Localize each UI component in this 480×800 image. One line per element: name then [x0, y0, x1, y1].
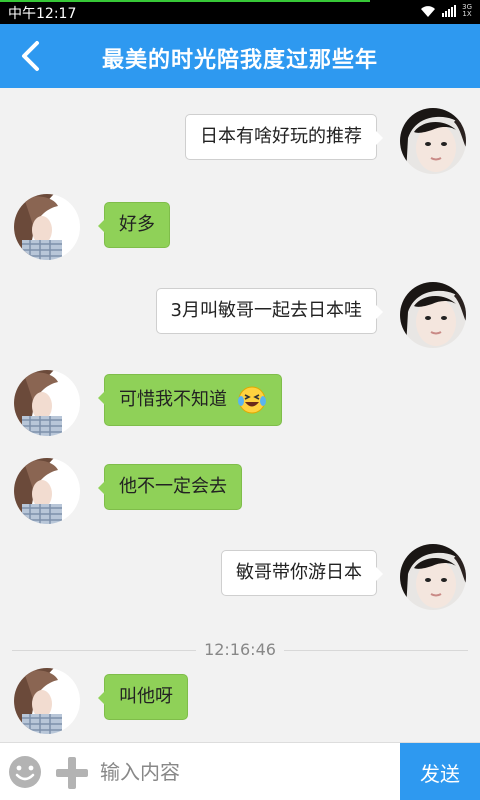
message-text: 他不一定会去 [119, 476, 227, 497]
time-divider: 12:16:46 [0, 640, 480, 659]
network-type: 3G 1X [462, 4, 472, 18]
message-bubble[interactable]: 好多 [98, 202, 170, 248]
network-subtype-label: 1X [462, 10, 472, 18]
laughing-tears-emoji [237, 386, 266, 414]
my-avatar[interactable] [400, 544, 466, 610]
message-bubble[interactable]: 叫他呀 [98, 674, 188, 720]
message-text: 可惜我不知道 [119, 389, 227, 410]
message-text: 日本有啥好玩的推荐 [200, 126, 362, 147]
page-title: 最美的时光陪我度过那些年 [101, 48, 378, 73]
smile-icon[interactable] [8, 755, 42, 789]
time-divider-label: 12:16:46 [196, 640, 284, 659]
my-avatar[interactable] [400, 282, 466, 348]
message-input-bar: 发送 [0, 742, 480, 800]
status-time: 中午12:17 [8, 6, 77, 22]
message-bubble[interactable]: 他不一定会去 [98, 464, 242, 510]
my-avatar[interactable] [400, 108, 466, 174]
plus-icon[interactable] [54, 755, 90, 791]
message-text: 叫他呀 [119, 686, 173, 707]
message-bubble[interactable]: 3月叫敏哥一起去日本哇 [155, 288, 384, 334]
message-text: 敏哥带你游日本 [236, 562, 362, 583]
contact-avatar[interactable] [14, 668, 80, 734]
status-icons: 3G 1X [420, 4, 472, 18]
contact-avatar[interactable] [14, 370, 80, 436]
message-text: 好多 [119, 214, 155, 235]
message-bubble[interactable]: 日本有啥好玩的推荐 [185, 114, 383, 160]
status-bar: 中午12:17 3G 1X [0, 0, 480, 24]
wifi-icon [421, 6, 436, 17]
contact-avatar[interactable] [14, 194, 80, 260]
message-text: 3月叫敏哥一起去日本哇 [170, 300, 362, 321]
app-header: 最美的时光陪我度过那些年 [0, 24, 480, 88]
message-bubble[interactable]: 可惜我不知道 [98, 374, 282, 426]
send-button[interactable]: 发送 [400, 743, 480, 800]
chat-message-list[interactable]: 日本有啥好玩的推荐 好多 3月叫敏哥一起去日本哇 可惜我不知道 他不一定会去 敏… [0, 88, 480, 742]
contact-avatar[interactable] [14, 458, 80, 524]
loading-progress-bar [0, 0, 370, 2]
message-input[interactable] [100, 751, 390, 793]
signal-icon [442, 5, 457, 17]
message-bubble[interactable]: 敏哥带你游日本 [221, 550, 383, 596]
